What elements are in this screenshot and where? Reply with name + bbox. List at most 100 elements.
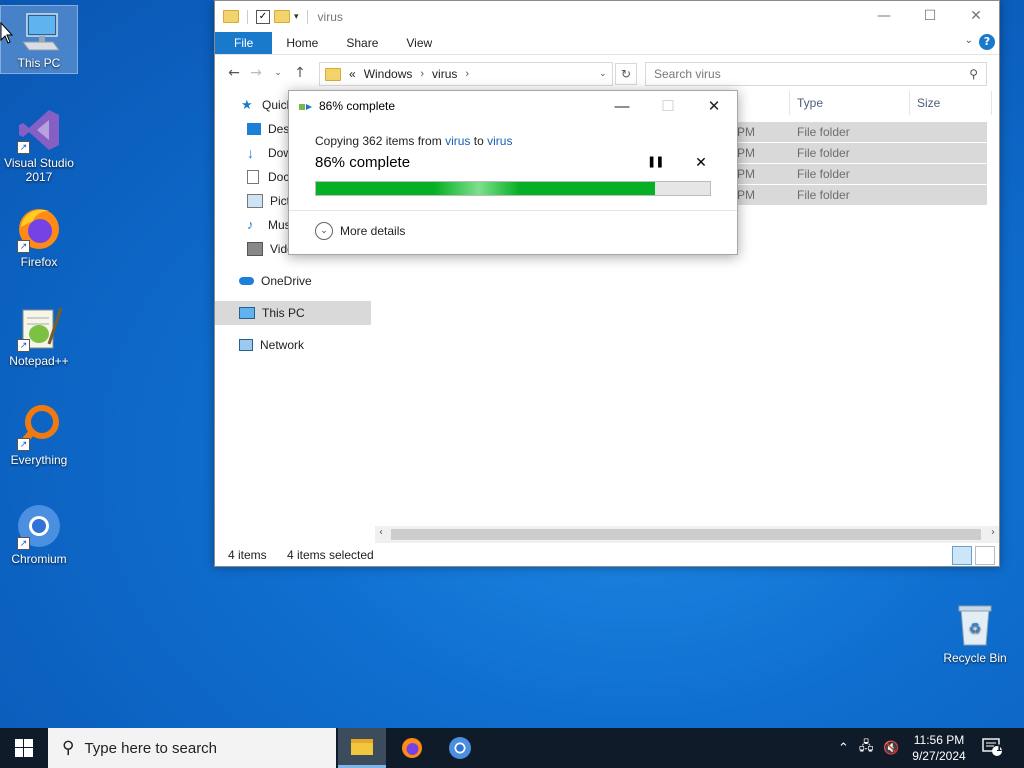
horizontal-scrollbar[interactable]: ‹ › xyxy=(375,526,999,543)
chromium-icon: ↗ xyxy=(15,502,63,550)
svg-text:♻: ♻ xyxy=(969,621,982,637)
properties-checkbox-icon[interactable]: ✓ xyxy=(256,9,270,24)
breadcrumb-virus[interactable]: virus xyxy=(432,67,457,81)
quick-access-toolbar: ✓ ▾ xyxy=(223,9,312,24)
breadcrumb-chevron-icon[interactable]: › xyxy=(420,68,424,80)
taskbar-search-placeholder: Type here to search xyxy=(84,739,218,757)
desktop-icon-label: This PC xyxy=(17,56,61,70)
copy-files-icon xyxy=(299,101,313,111)
address-dropdown-icon[interactable]: ⌄ xyxy=(599,69,607,79)
item-count: 4 items xyxy=(228,548,267,562)
tab-file[interactable]: File xyxy=(215,32,273,54)
selection-count: 4 items selected xyxy=(287,548,374,562)
action-center-button[interactable]: 1 xyxy=(982,738,1002,756)
dialog-close-button[interactable]: ✕ xyxy=(691,91,737,121)
file-explorer-window: ✓ ▾ virus — ☐ ✕ File Home Share View ⌄ ?… xyxy=(214,0,1000,567)
ribbon-tabs: File Home Share View ⌄ ? xyxy=(215,32,999,55)
scrollbar-thumb[interactable] xyxy=(391,529,981,540)
refresh-icon[interactable]: ↻ xyxy=(615,63,637,85)
large-icons-view-icon[interactable] xyxy=(975,546,995,565)
tab-view[interactable]: View xyxy=(392,32,446,54)
taskbar-search-input[interactable]: ⚲ Type here to search xyxy=(48,728,336,768)
minimize-button[interactable]: — xyxy=(861,1,907,31)
dialog-maximize-button: ☐ xyxy=(661,98,675,115)
volume-muted-icon[interactable]: 🔇 xyxy=(883,741,899,756)
firefox-icon: ↗ xyxy=(15,205,63,253)
desktop-icon-firefox[interactable]: ↗ Firefox xyxy=(1,205,77,269)
scroll-right-icon[interactable]: › xyxy=(991,527,995,538)
breadcrumb-overflow[interactable]: « xyxy=(349,67,356,81)
help-icon[interactable]: ? xyxy=(979,34,995,50)
network-status-icon[interactable]: 🖧 xyxy=(859,737,874,759)
nav-item-onedrive[interactable]: OneDrive xyxy=(215,269,371,293)
destination-folder-link[interactable]: virus xyxy=(487,134,512,148)
shortcut-arrow-icon: ↗ xyxy=(17,537,30,550)
progress-bar-fill xyxy=(316,182,655,195)
new-folder-icon[interactable] xyxy=(274,10,290,23)
desktop-icon-everything[interactable]: ↗ Everything xyxy=(1,403,77,467)
taskbar: ⚲ Type here to search ⌃ 🖧 🔇 11:56 PM 9/2… xyxy=(0,728,1024,768)
shortcut-arrow-icon: ↗ xyxy=(17,438,30,451)
desktop-icon-label: Everything xyxy=(10,453,68,467)
visual-studio-icon: ↗ xyxy=(15,106,63,154)
desktop-icon-label: Chromium xyxy=(11,552,67,566)
qat-dropdown-icon[interactable]: ▾ xyxy=(294,12,299,22)
close-button[interactable]: ✕ xyxy=(953,1,999,31)
pause-button[interactable]: ❚❚ xyxy=(647,155,664,171)
forward-arrow-icon[interactable]: → xyxy=(245,65,267,81)
show-hidden-icons-chevron-icon[interactable]: ⌃ xyxy=(838,741,849,756)
more-details-toggle[interactable]: ⌄ More details xyxy=(315,222,405,240)
expand-ribbon-icon[interactable]: ⌄ xyxy=(965,35,973,46)
clock-date: 9/27/2024 xyxy=(912,749,966,763)
music-note-icon: ♪ xyxy=(247,217,254,232)
folder-icon xyxy=(223,10,239,23)
shortcut-arrow-icon: ↗ xyxy=(17,240,30,253)
clock-time: 11:56 PM xyxy=(913,733,965,747)
windows-logo-icon xyxy=(15,739,33,757)
recycle-bin-icon: ♻ xyxy=(951,601,999,649)
copy-description: Copying 362 items from virus to virus xyxy=(315,134,513,148)
desktop-icon-notepadpp[interactable]: ↗ Notepad++ xyxy=(1,304,77,368)
taskbar-chromium[interactable] xyxy=(436,728,484,768)
search-input[interactable]: Search virus ⚲ xyxy=(645,62,987,86)
star-icon: ★ xyxy=(241,97,253,112)
desktop-icon xyxy=(247,123,261,135)
nav-item-this-pc[interactable]: This PC xyxy=(215,301,371,325)
progress-heading: 86% complete xyxy=(315,154,411,171)
desktop-icon-visual-studio[interactable]: ↗ Visual Studio 2017 xyxy=(1,106,77,184)
taskbar-firefox[interactable] xyxy=(388,728,436,768)
back-arrow-icon[interactable]: ← xyxy=(223,65,245,81)
tab-share[interactable]: Share xyxy=(332,32,392,54)
search-icon: ⚲ xyxy=(969,67,978,81)
dialog-title: 86% complete xyxy=(319,99,396,113)
notification-count-badge: 1 xyxy=(995,744,1003,754)
start-button[interactable] xyxy=(0,728,48,768)
clock[interactable]: 11:56 PM 9/27/2024 xyxy=(906,732,972,764)
details-view-icon[interactable] xyxy=(952,546,972,565)
file-explorer-icon xyxy=(351,738,373,755)
address-bar[interactable]: « Windows › virus › xyxy=(319,62,613,86)
up-arrow-icon[interactable]: ↑ xyxy=(289,65,311,81)
desktop-icon-chromium[interactable]: ↗ Chromium xyxy=(1,502,77,566)
maximize-button[interactable]: ☐ xyxy=(907,1,953,31)
source-folder-link[interactable]: virus xyxy=(445,134,470,148)
recent-locations-icon[interactable]: ⌄ xyxy=(267,68,289,78)
scroll-left-icon[interactable]: ‹ xyxy=(379,527,383,538)
taskbar-file-explorer[interactable] xyxy=(338,728,386,768)
title-bar: ✓ ▾ virus — ☐ ✕ xyxy=(215,1,999,32)
dialog-minimize-button[interactable]: — xyxy=(599,91,645,121)
everything-search-icon: ↗ xyxy=(15,403,63,451)
system-tray: ⌃ 🖧 🔇 xyxy=(838,728,900,768)
document-icon xyxy=(247,170,259,184)
tab-home[interactable]: Home xyxy=(272,32,332,54)
notepadpp-icon: ↗ xyxy=(15,304,63,352)
column-header-size[interactable]: Size xyxy=(917,91,940,115)
breadcrumb-chevron-icon[interactable]: › xyxy=(465,68,469,80)
breadcrumb-windows[interactable]: Windows xyxy=(364,67,413,81)
status-bar: 4 items 4 items selected xyxy=(215,546,999,566)
cancel-copy-button[interactable]: ✕ xyxy=(693,155,709,171)
nav-item-network[interactable]: Network xyxy=(215,333,371,357)
chromium-icon xyxy=(449,737,471,759)
desktop-icon-recycle-bin[interactable]: ♻ Recycle Bin xyxy=(937,601,1013,665)
column-header-type[interactable]: Type xyxy=(797,91,823,115)
